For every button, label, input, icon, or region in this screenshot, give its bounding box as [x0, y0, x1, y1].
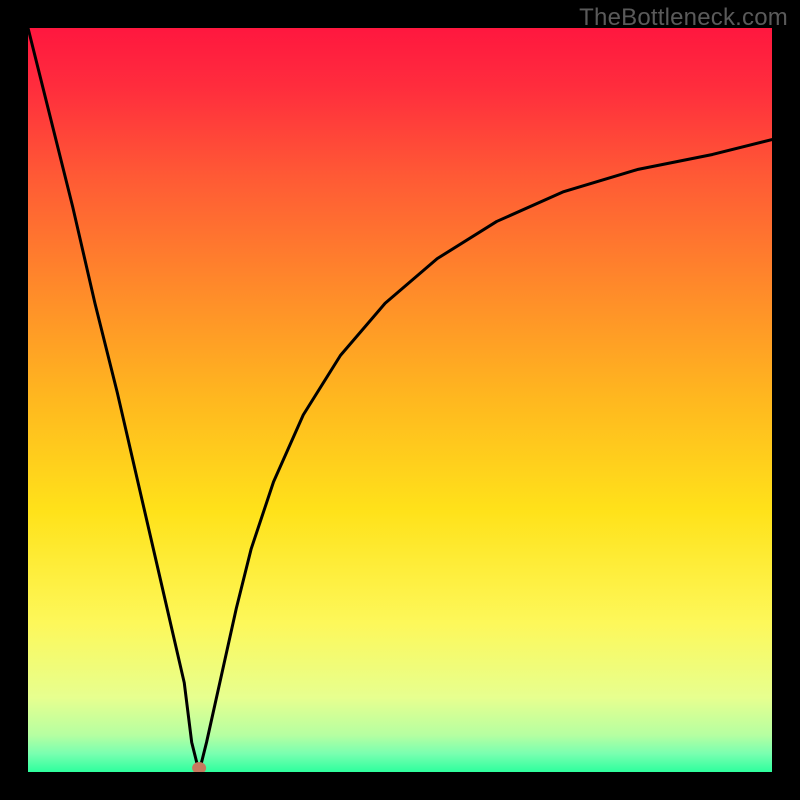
chart-container: TheBottleneck.com [0, 0, 800, 800]
watermark-text: TheBottleneck.com [579, 4, 788, 32]
plot-area [28, 28, 772, 772]
gradient-background [28, 28, 772, 772]
bottleneck-chart [28, 28, 772, 772]
